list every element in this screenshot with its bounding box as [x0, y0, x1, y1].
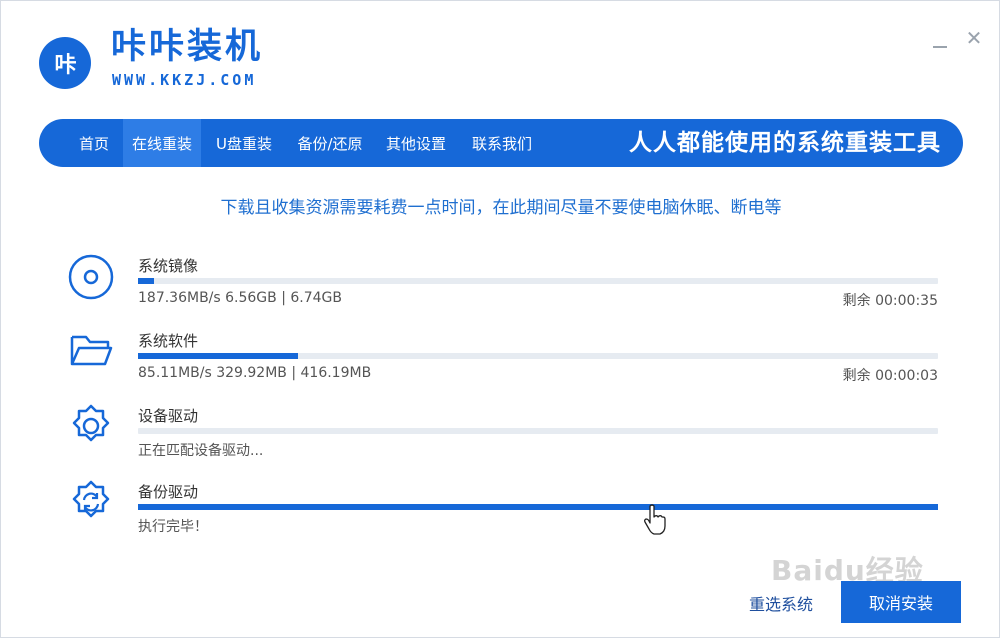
nav-item-other-settings[interactable]: 其他设置	[373, 119, 459, 167]
task-detail: 正在匹配设备驱动...	[138, 443, 264, 459]
nav-bar: 首页 在线重装 U盘重装 备份/还原 其他设置 联系我们 人人都能使用的系统重装…	[39, 119, 963, 167]
task-detail: 85.11MB/s 329.92MB | 416.19MB	[138, 365, 372, 381]
nav-item-home[interactable]: 首页	[65, 119, 123, 167]
task-title: 设备驱动	[138, 407, 199, 425]
task-title: 备份驱动	[138, 483, 199, 501]
task-detail: 执行完毕！	[138, 519, 208, 535]
cancel-install-button[interactable]: 取消安装	[841, 581, 961, 623]
task-remaining: 剩余 00:00:35	[842, 293, 938, 309]
app-name: 咔咔装机	[111, 27, 264, 67]
task-remaining: 剩余 00:00:03	[842, 368, 938, 384]
nav-item-usb-reinstall[interactable]: U盘重装	[201, 119, 287, 167]
task-title: 系统镜像	[138, 257, 199, 275]
disc-icon	[68, 254, 114, 300]
app-logo: 咔	[39, 37, 91, 89]
download-notice: 下载且收集资源需要耗费一点时间，在此期间尽量不要使电脑休眠、断电等	[220, 198, 782, 218]
progress-track	[138, 278, 938, 284]
logo-text: 咔	[54, 53, 76, 78]
nav-item-online-reinstall[interactable]: 在线重装	[123, 119, 201, 167]
minimize-icon[interactable]	[929, 27, 951, 49]
gear-icon	[72, 404, 110, 442]
gear-refresh-icon	[72, 480, 110, 518]
nav-item-contact-us[interactable]: 联系我们	[459, 119, 545, 167]
task-detail: 187.36MB/s 6.56GB | 6.74GB	[138, 290, 342, 306]
task-row-system-software: 系统软件 85.11MB/s 329.92MB | 416.19MB 剩余 00…	[1, 326, 1000, 396]
nav-item-backup-restore[interactable]: 备份/还原	[287, 119, 373, 167]
folder-icon	[70, 335, 113, 366]
task-title: 系统软件	[138, 332, 199, 350]
progress-track	[138, 504, 938, 510]
installer-window: 咔 咔咔装机 WWW.KKZJ.COM ✕ 首页 在线重装 U盘重装 备份/还原…	[0, 0, 1000, 638]
progress-fill	[138, 353, 298, 359]
nav-slogan: 人人都能使用的系统重装工具	[629, 130, 941, 156]
progress-fill	[138, 278, 154, 284]
progress-fill	[138, 504, 938, 510]
reselect-system-button[interactable]: 重选系统	[749, 591, 813, 615]
progress-track	[138, 428, 938, 434]
task-row-device-drivers: 设备驱动 正在匹配设备驱动...	[1, 401, 1000, 471]
task-row-backup-drivers: 备份驱动 执行完毕！	[1, 477, 1000, 547]
app-url: WWW.KKZJ.COM	[112, 71, 257, 89]
progress-track	[138, 353, 938, 359]
close-icon[interactable]: ✕	[963, 27, 985, 49]
task-row-system-image: 系统镜像 187.36MB/s 6.56GB | 6.74GB 剩余 00:00…	[1, 251, 1000, 321]
hand-cursor-icon	[644, 504, 666, 535]
